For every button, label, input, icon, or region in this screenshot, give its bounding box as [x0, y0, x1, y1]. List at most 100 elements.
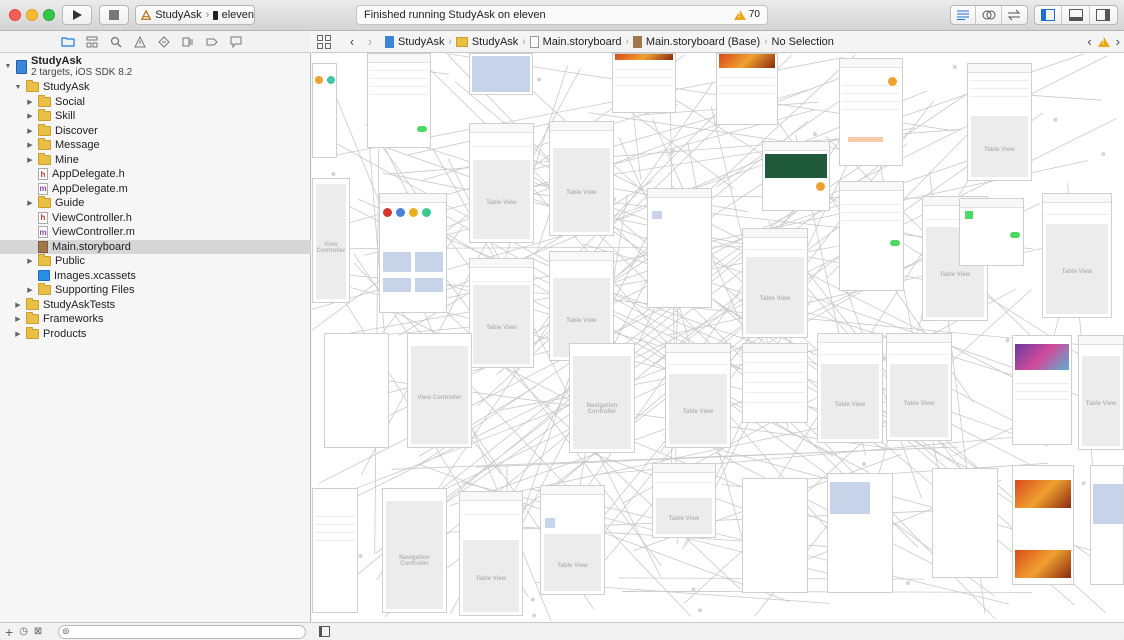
scene[interactable]	[1012, 335, 1072, 445]
storyboard-canvas[interactable]: Table View View Controller Table View Ta…	[312, 53, 1124, 622]
toggle-navigator-button[interactable]	[1035, 6, 1063, 24]
scene[interactable]: Table View	[1078, 335, 1124, 450]
report-navigator-tab[interactable]	[228, 34, 244, 50]
symbol-navigator-tab[interactable]	[84, 34, 100, 50]
disclosure-closed-icon[interactable]: ▶	[26, 156, 34, 164]
scene[interactable]: Table View	[469, 258, 534, 368]
next-issue-icon[interactable]: ›	[1116, 34, 1120, 49]
disclosure-open-icon[interactable]: ▼	[14, 84, 22, 91]
scene[interactable]: Table View	[540, 485, 605, 595]
version-editor-button[interactable]	[1002, 6, 1027, 24]
scene[interactable]: View Controller	[312, 178, 350, 303]
file-tree-item[interactable]: ▶ Guide	[0, 196, 311, 211]
disclosure-closed-icon[interactable]: ▶	[26, 199, 34, 207]
scene[interactable]: Table View	[817, 333, 883, 443]
scene[interactable]	[469, 53, 533, 95]
scene[interactable]	[827, 473, 893, 593]
disclosure-open-icon[interactable]: ▼	[4, 63, 12, 70]
file-tree-item[interactable]: ▶ Products	[0, 326, 311, 342]
scene[interactable]	[762, 141, 830, 211]
disclosure-closed-icon[interactable]: ▶	[26, 127, 34, 135]
scene[interactable]: Navigation Controller	[569, 343, 635, 453]
run-button[interactable]	[62, 5, 92, 25]
file-tree-item[interactable]: ▶ Frameworks	[0, 312, 311, 327]
source-control-filter-icon[interactable]: ⊠	[34, 626, 42, 637]
file-tree-item[interactable]: ▶ Public	[0, 254, 311, 269]
breadcrumb-group[interactable]: StudyAsk	[455, 36, 518, 48]
scene[interactable]: Table View	[886, 333, 952, 441]
toggle-debug-button[interactable]	[1062, 6, 1090, 24]
assistant-editor-button[interactable]	[976, 6, 1002, 24]
file-tree-item[interactable]: ▼ StudyAsk	[0, 80, 311, 95]
file-tree-item[interactable]: Images.xcassets	[0, 269, 311, 284]
stop-button[interactable]	[99, 5, 129, 25]
scene[interactable]	[612, 53, 676, 113]
document-outline-toggle-icon[interactable]	[319, 626, 330, 637]
disclosure-closed-icon[interactable]: ▶	[26, 141, 34, 149]
scene[interactable]	[742, 343, 808, 423]
disclosure-closed-icon[interactable]: ▶	[26, 257, 34, 265]
disclosure-closed-icon[interactable]: ▶	[26, 286, 34, 294]
scene[interactable]: View Controller	[407, 333, 472, 448]
scene[interactable]	[367, 53, 431, 148]
disclosure-closed-icon[interactable]: ▶	[26, 98, 34, 106]
filter-input[interactable]: ⊜	[58, 625, 306, 639]
scene[interactable]	[839, 181, 904, 291]
debug-navigator-tab[interactable]	[180, 34, 196, 50]
file-tree-item[interactable]: m AppDelegate.m	[0, 182, 311, 197]
scene[interactable]	[839, 58, 903, 166]
file-tree-item[interactable]: h ViewController.h	[0, 211, 311, 226]
close-window-button[interactable]	[9, 9, 21, 21]
breadcrumb-file[interactable]: Main.storyboard	[529, 35, 622, 48]
scene[interactable]: Table View	[1042, 193, 1112, 318]
scene[interactable]: Table View	[742, 228, 808, 338]
file-tree-item[interactable]: Main.storyboard	[0, 239, 311, 254]
find-navigator-tab[interactable]	[108, 34, 124, 50]
back-arrow-icon[interactable]: ‹	[343, 34, 361, 49]
scene[interactable]	[324, 333, 389, 448]
scene[interactable]: Navigation Controller	[382, 488, 447, 613]
add-icon[interactable]: +	[5, 624, 13, 640]
scene[interactable]: Table View	[549, 121, 614, 236]
recent-files-icon[interactable]: ◷	[19, 626, 28, 637]
file-tree-item[interactable]: ▶ Discover	[0, 123, 311, 139]
scene[interactable]	[959, 198, 1024, 266]
scene[interactable]: Table View	[665, 343, 731, 448]
disclosure-closed-icon[interactable]: ▶	[14, 315, 22, 323]
standard-editor-button[interactable]	[951, 6, 977, 24]
scene[interactable]	[742, 478, 808, 593]
related-items-icon[interactable]	[317, 34, 331, 49]
file-tree-item[interactable]: ▶ Social	[0, 94, 311, 110]
file-tree-item[interactable]: ▶ Supporting Files	[0, 283, 311, 298]
scene[interactable]: Table View	[967, 63, 1032, 181]
issue-navigator-tab[interactable]	[132, 34, 148, 50]
project-root-row[interactable]: ▼ StudyAsk 2 targets, iOS SDK 8.2	[0, 53, 311, 80]
forward-arrow-icon[interactable]: ›	[361, 34, 379, 49]
scene[interactable]	[932, 468, 998, 578]
scene[interactable]: Table View	[459, 491, 523, 616]
file-tree-item[interactable]: ▶ Mine	[0, 152, 311, 168]
scheme-selector[interactable]: StudyAsk › eleven	[135, 5, 255, 25]
toggle-utilities-button[interactable]	[1090, 6, 1117, 24]
scene[interactable]	[1012, 465, 1074, 585]
disclosure-closed-icon[interactable]: ▶	[26, 112, 34, 120]
zoom-window-button[interactable]	[43, 9, 55, 21]
breadcrumb-project[interactable]: StudyAsk	[385, 35, 444, 48]
scene[interactable]: Table View	[469, 123, 534, 243]
file-tree-item[interactable]: h AppDelegate.h	[0, 167, 311, 182]
warning-icon[interactable]	[1097, 36, 1110, 47]
file-tree-item[interactable]: m ViewController.m	[0, 225, 311, 240]
disclosure-closed-icon[interactable]: ▶	[14, 330, 22, 338]
scene[interactable]	[716, 53, 778, 125]
file-tree-item[interactable]: ▶ StudyAskTests	[0, 297, 311, 313]
test-navigator-tab[interactable]	[156, 34, 172, 50]
scene[interactable]	[312, 488, 358, 613]
previous-issue-icon[interactable]: ‹	[1087, 34, 1091, 49]
scene[interactable]	[312, 63, 337, 158]
breadcrumb-selection[interactable]: No Selection	[772, 36, 834, 48]
minimize-window-button[interactable]	[26, 9, 38, 21]
breadcrumb-localization[interactable]: Main.storyboard (Base)	[632, 35, 760, 48]
disclosure-closed-icon[interactable]: ▶	[14, 301, 22, 309]
scene[interactable]: Table View	[652, 463, 716, 538]
scene[interactable]	[1090, 465, 1124, 585]
